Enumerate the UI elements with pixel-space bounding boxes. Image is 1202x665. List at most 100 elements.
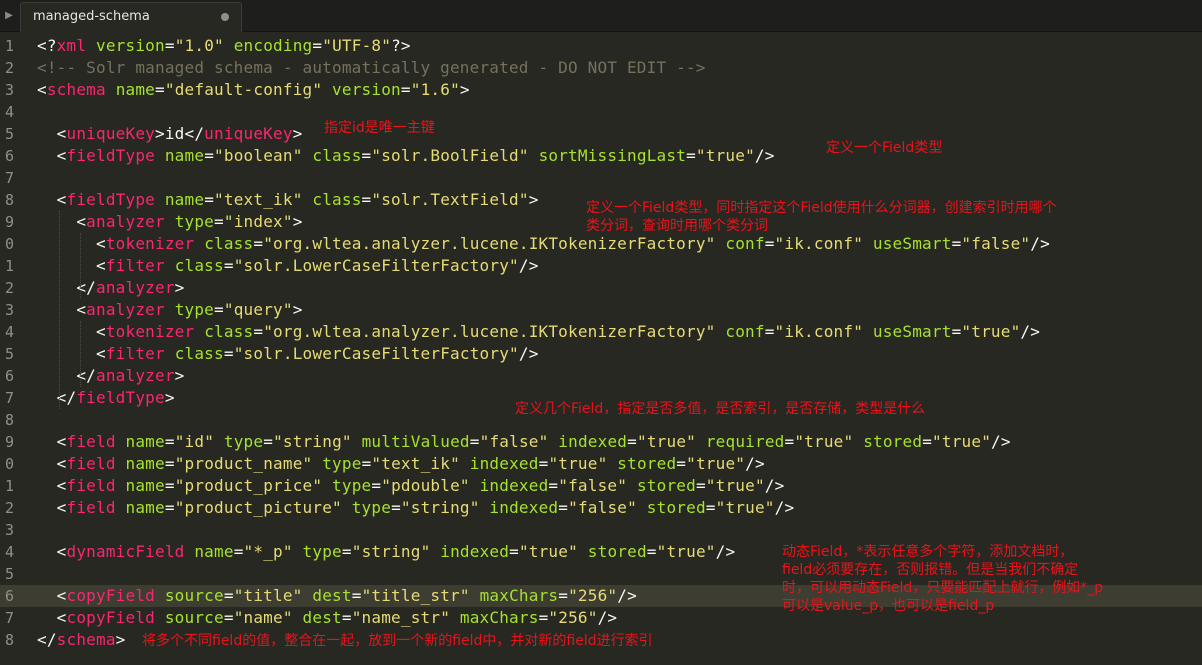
code-text[interactable]: <fieldType name="text_ik" class="solr.Te… [37, 189, 539, 211]
code-line[interactable]: 9 <field name="id" type="string" multiVa… [0, 431, 1202, 453]
code-token: "solr.LowerCaseFilterFactory" [233, 256, 519, 275]
code-token: /> [518, 256, 539, 275]
code-text[interactable]: <dynamicField name="*_p" type="string" i… [37, 541, 735, 563]
code-text[interactable]: </schema> [37, 629, 126, 651]
code-text[interactable]: <tokenizer class="org.wltea.analyzer.luc… [37, 321, 1040, 343]
code-token: name [164, 190, 205, 209]
annotation-fields: 定义几个Field，指定是否多值，是否索引，是否存储，类型是什么 [515, 401, 926, 417]
code-token: = [676, 454, 687, 473]
code-text[interactable]: <uniqueKey>id</uniqueKey> [37, 123, 303, 145]
code-text[interactable]: <field name="product_name" type="text_ik… [37, 453, 765, 475]
code-token: < [37, 586, 67, 605]
line-number: 3 [4, 81, 14, 99]
code-line[interactable]: 6 <fieldType name="boolean" class="solr.… [0, 145, 1202, 167]
file-tab[interactable]: managed-schema [20, 2, 242, 32]
code-line[interactable]: 5 <filter class="solr.LowerCaseFilterFac… [0, 343, 1202, 365]
code-token: schema [46, 80, 106, 99]
code-token: name [125, 454, 165, 473]
code-token: "false" [479, 432, 549, 451]
code-token: "product_price" [174, 476, 323, 495]
code-line[interactable]: 3 [0, 519, 1202, 541]
code-line[interactable]: 3 <schema name="default-config" version="… [0, 79, 1202, 101]
line-number: 8 [4, 631, 14, 649]
code-token: "default-config" [164, 80, 323, 99]
code-token: = [253, 322, 264, 341]
code-line[interactable]: 1 <field name="product_price" type="pdou… [0, 475, 1202, 497]
code-text[interactable]: <fieldType name="boolean" class="solr.Bo… [37, 145, 775, 167]
code-token: "ik.conf" [774, 322, 864, 341]
line-number: 0 [4, 235, 14, 253]
code-token: fieldType [66, 190, 155, 209]
code-line[interactable]: 4 [0, 101, 1202, 123]
code-token: filter [105, 256, 165, 275]
code-text[interactable]: <tokenizer class="org.wltea.analyzer.luc… [37, 233, 1050, 255]
code-line[interactable]: 2 </analyzer> [0, 277, 1202, 299]
code-token: "256" [568, 586, 618, 605]
code-line[interactable]: 1 <?xml version="1.0" encoding="UTF-8"?> [0, 35, 1202, 57]
code-token: < [37, 256, 106, 275]
code-token: "true" [932, 432, 992, 451]
code-text[interactable]: </fieldType> [37, 387, 175, 409]
code-token: = [391, 498, 401, 517]
code-line[interactable]: 2 <!-- Solr managed schema - automaticall… [0, 57, 1202, 79]
code-text[interactable]: <analyzer type="index"> [37, 211, 303, 233]
code-line[interactable]: 7 [0, 167, 1202, 189]
code-text[interactable]: <field name="product_price" type="pdoubl… [37, 475, 785, 497]
code-line[interactable]: 5 <uniqueKey>id</uniqueKey> [0, 123, 1202, 145]
code-token: uniqueKey [204, 124, 293, 143]
code-token: /> [518, 344, 539, 363]
code-text[interactable]: <copyField source="name" dest="name_str"… [37, 607, 617, 629]
code-line[interactable]: 0 <tokenizer class="org.wltea.analyzer.l… [0, 233, 1202, 255]
code-token: "product_name" [174, 454, 313, 473]
code-token: = [538, 454, 549, 473]
code-line[interactable]: 4 <tokenizer class="org.wltea.analyzer.l… [0, 321, 1202, 343]
code-token: stored [863, 432, 923, 451]
code-token: "*_p" [243, 542, 293, 561]
code-token: = [164, 498, 175, 517]
code-token: = [223, 256, 234, 275]
code-token: < [37, 498, 67, 517]
line-number: 8 [4, 411, 14, 429]
code-token: filter [105, 344, 165, 363]
code-token: type [332, 476, 372, 495]
code-text[interactable]: <field name="product_picture" type="stri… [37, 497, 794, 519]
code-token: dest [302, 608, 342, 627]
code-token: class [204, 322, 254, 341]
code-token: tokenizer [105, 322, 195, 341]
code-token: = [263, 432, 274, 451]
code-text[interactable]: <filter class="solr.LowerCaseFilterFacto… [37, 255, 539, 277]
code-text[interactable]: <copyField source="title" dest="title_st… [37, 585, 637, 607]
code-line[interactable]: 3 <analyzer type="query"> [0, 299, 1202, 321]
code-token: "1.0" [174, 36, 224, 55]
line-number: 0 [4, 455, 14, 473]
code-line[interactable]: 6 </analyzer> [0, 365, 1202, 387]
sidebar-toggle-icon[interactable]: ▶ [0, 0, 18, 32]
code-token: /> [754, 146, 775, 165]
code-text[interactable]: <field name="id" type="string" multiValu… [37, 431, 1011, 453]
code-line[interactable]: 1 <filter class="solr.LowerCaseFilterFac… [0, 255, 1202, 277]
code-line[interactable]: 2 <field name="product_picture" type="st… [0, 497, 1202, 519]
code-token: < [37, 432, 67, 451]
code-text[interactable]: <!-- Solr managed schema - automatically… [37, 57, 706, 79]
code-token: < [37, 124, 67, 143]
code-text[interactable]: <filter class="solr.LowerCaseFilterFacto… [37, 343, 539, 365]
code-token: fieldType [76, 388, 165, 407]
code-token: "name_str" [351, 608, 451, 627]
annotation-field-type: 定义一个Field类型 [826, 140, 943, 156]
code-line[interactable]: 0 <field name="product_name" type="text_… [0, 453, 1202, 475]
code-text[interactable]: <schema name="default-config" version="1… [37, 79, 470, 101]
code-text[interactable]: <?xml version="1.0" encoding="UTF-8"?> [37, 35, 411, 57]
code-text[interactable]: <analyzer type="query"> [37, 299, 303, 321]
line-number: 6 [4, 587, 14, 605]
code-token: = [764, 234, 775, 253]
unsaved-dot-icon[interactable] [221, 13, 229, 21]
